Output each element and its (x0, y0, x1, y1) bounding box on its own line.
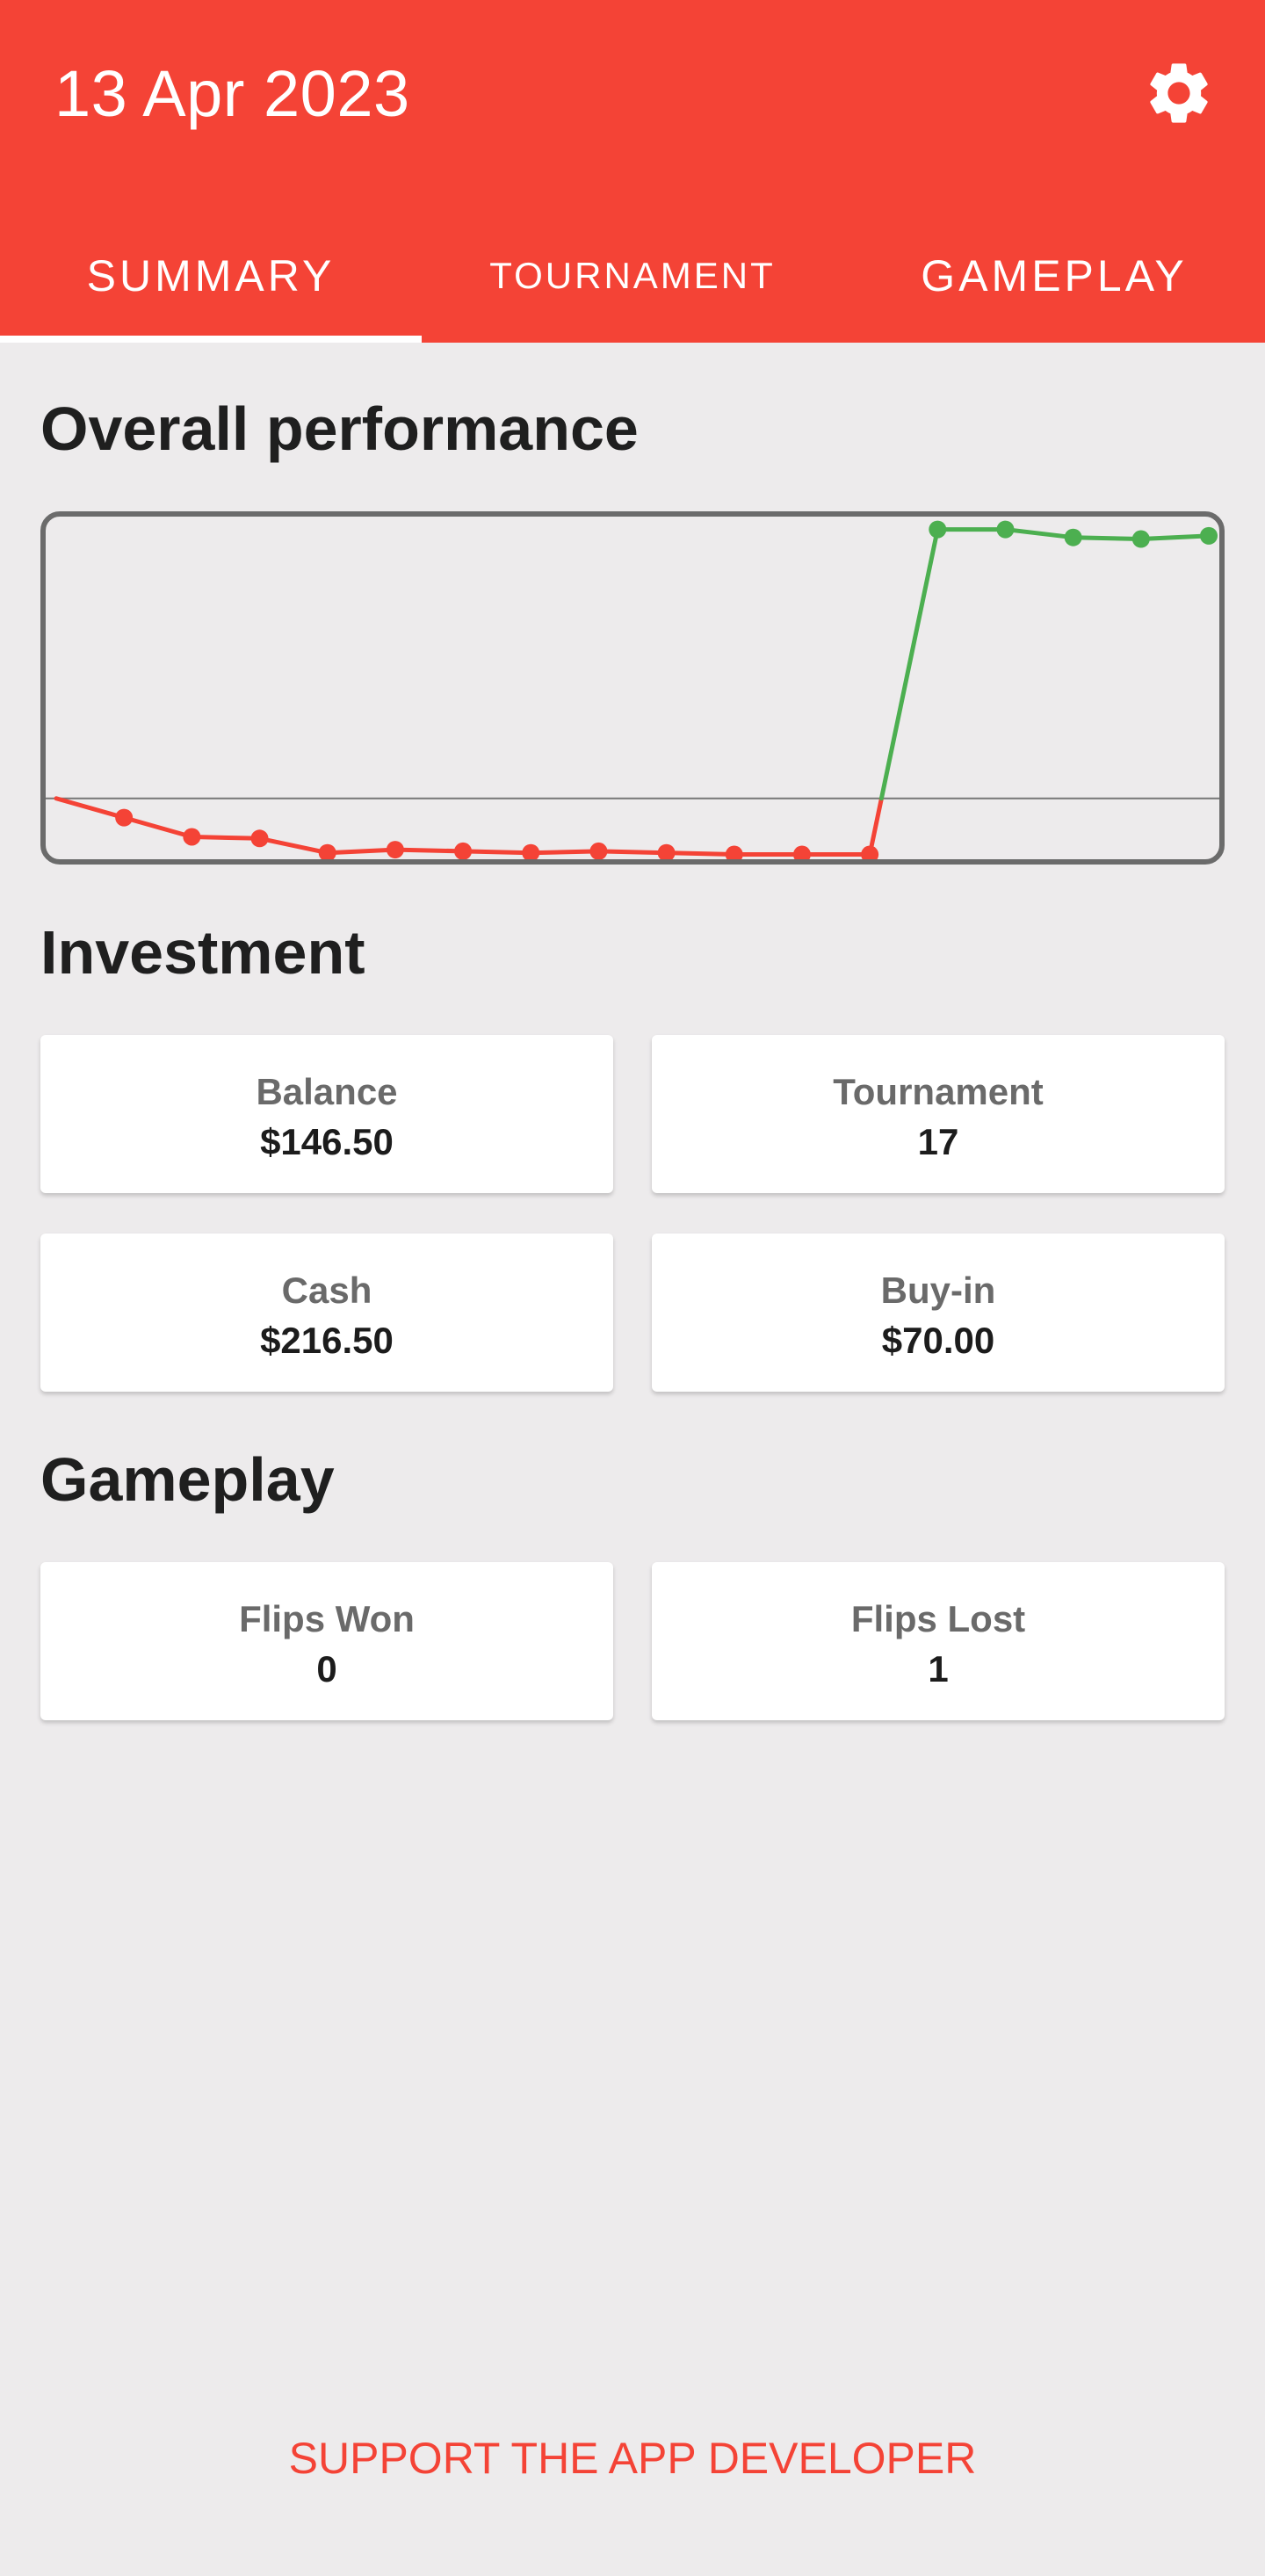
chart-line-segment (528, 849, 601, 856)
chart-data-point (1064, 528, 1082, 546)
chart-data-point (792, 845, 811, 859)
flips-lost-value: 1 (928, 1648, 949, 1690)
flips-lost-label: Flips Lost (850, 1598, 1026, 1639)
chart-line-segment (121, 815, 194, 839)
chart-line-segment (1071, 535, 1144, 542)
chart-line-segment (1138, 533, 1211, 542)
selected-tab-indicator (0, 336, 422, 343)
investment-title: Investment (40, 918, 365, 987)
overall-performance-title: Overall performance (40, 394, 639, 463)
chart-data-point (929, 520, 947, 539)
tournament-value: 17 (917, 1121, 959, 1162)
gameplay-title: Gameplay (40, 1445, 335, 1514)
cash-value: $216.50 (260, 1320, 394, 1361)
flips-won-value: 0 (316, 1648, 337, 1690)
chart-line-segment (878, 527, 940, 801)
chart-data-point (318, 843, 336, 859)
balance-card: Balance $146.50 (40, 1035, 613, 1193)
tab-bar: SUMMARY TOURNAMENT GAMEPLAY (0, 211, 1265, 343)
buyin-value: $70.00 (881, 1320, 995, 1361)
chart-data-point (250, 829, 269, 848)
tab-summary[interactable]: SUMMARY (0, 211, 422, 343)
chart-line-segment (54, 796, 126, 821)
chart-data-point (454, 842, 473, 859)
chart-line-segment (1002, 527, 1076, 540)
chart-line-segment (189, 834, 263, 841)
performance-line-chart (46, 520, 1219, 859)
performance-chart (40, 511, 1225, 865)
chart-data-point (725, 845, 743, 859)
tab-tournament[interactable]: TOURNAMENT (422, 211, 843, 343)
settings-button[interactable] (1142, 56, 1216, 130)
gear-icon (1150, 63, 1208, 123)
tab-tournament-label: TOURNAMENT (489, 255, 776, 296)
chart-data-point (522, 843, 540, 859)
chart-data-point (589, 842, 608, 859)
flips-won-label: Flips Won (239, 1598, 415, 1639)
tab-summary-label: SUMMARY (86, 251, 336, 300)
cash-card: Cash $216.50 (40, 1234, 613, 1392)
chart-data-point (861, 845, 879, 859)
chart-line-segment (664, 850, 737, 857)
cash-label: Cash (281, 1270, 372, 1311)
chart-data-point (1131, 530, 1150, 548)
chart-line-segment (393, 847, 466, 854)
chart-data-point (657, 843, 676, 859)
chart-line-segment (460, 849, 533, 856)
chart-data-point (183, 828, 201, 846)
buyin-label: Buy-in (880, 1270, 996, 1311)
flips-won-card: Flips Won 0 (40, 1562, 613, 1720)
app-header: 13 Apr 2023 SUMMARY TOURNAMENT GAMEPLAY (0, 0, 1265, 343)
chart-line-segment (325, 847, 398, 856)
tournament-card: Tournament 17 (652, 1035, 1225, 1193)
balance-label: Balance (256, 1071, 398, 1112)
chart-data-point (1200, 526, 1218, 545)
chart-data-point (386, 841, 404, 859)
chart-line-segment (596, 849, 669, 856)
support-developer-button[interactable]: SUPPORT THE APP DEVELOPER (0, 2425, 1265, 2492)
flips-lost-card: Flips Lost 1 (652, 1562, 1225, 1720)
tab-gameplay-label: GAMEPLAY (921, 251, 1188, 300)
tournament-label: Tournament (833, 1071, 1044, 1112)
header-date-title: 13 Apr 2023 (54, 57, 410, 130)
buyin-card: Buy-in $70.00 (652, 1234, 1225, 1392)
chart-data-point (996, 520, 1015, 539)
chart-line-segment (257, 836, 330, 856)
balance-value: $146.50 (260, 1121, 394, 1162)
chart-data-point (115, 808, 134, 827)
tab-gameplay[interactable]: GAMEPLAY (843, 211, 1265, 343)
